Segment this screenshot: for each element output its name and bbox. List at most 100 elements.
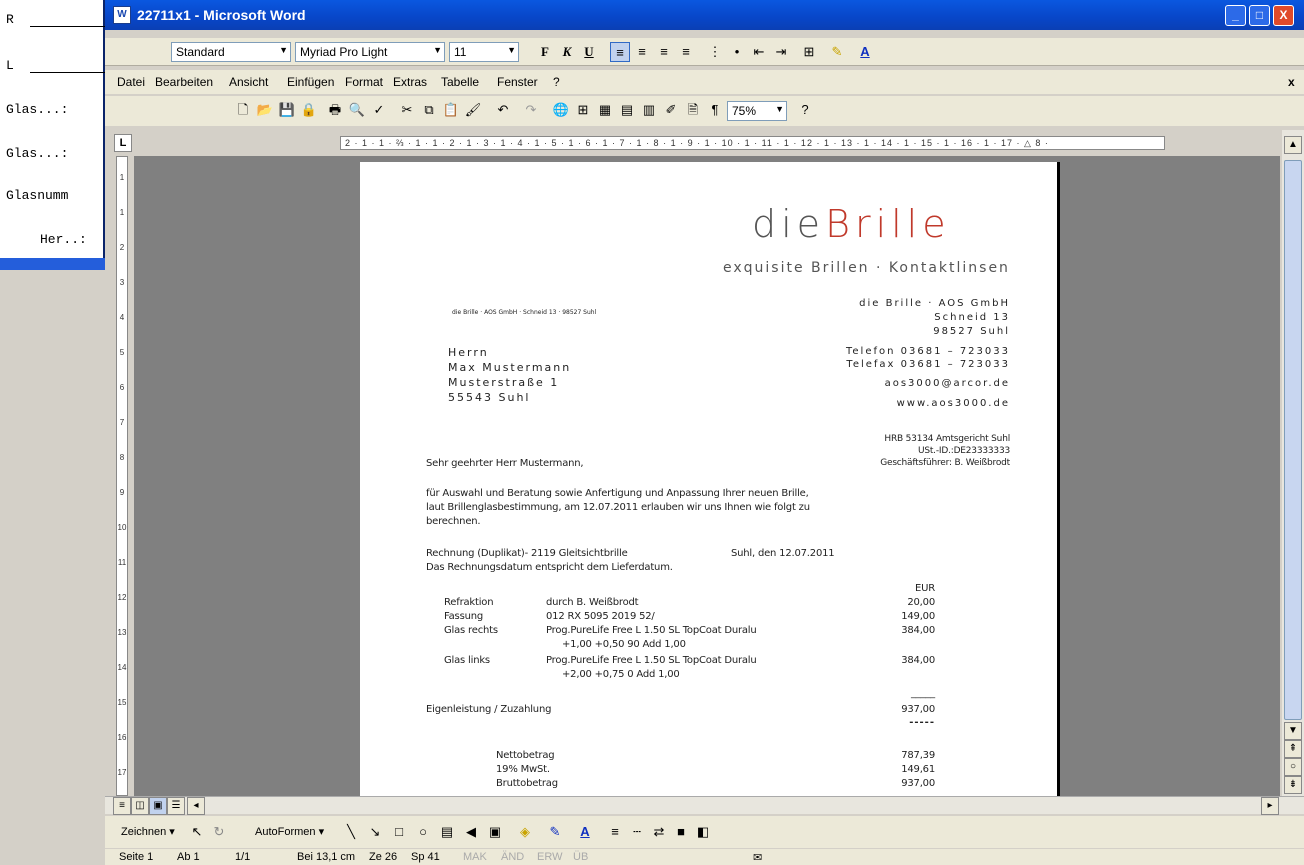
cut-icon[interactable]: ✂ bbox=[397, 100, 417, 120]
scroll-down-icon[interactable]: ▼ bbox=[1284, 722, 1302, 740]
size-select[interactable]: 11 ▼ bbox=[449, 42, 519, 62]
fill-color-icon[interactable]: ◈ bbox=[515, 822, 535, 842]
menu-ansicht[interactable]: Ansicht bbox=[229, 75, 268, 89]
outline-view-icon[interactable]: ☰ bbox=[167, 797, 185, 815]
copy-icon[interactable]: ⧉ bbox=[419, 100, 439, 120]
columns-icon[interactable]: ▥ bbox=[639, 100, 659, 120]
scroll-thumb[interactable] bbox=[1284, 160, 1302, 720]
align-center-icon[interactable]: ≡ bbox=[632, 42, 652, 62]
close-button[interactable]: X bbox=[1273, 5, 1294, 26]
font-color-icon[interactable]: A bbox=[575, 822, 595, 842]
border-icon[interactable]: ⊞ bbox=[799, 42, 819, 62]
italic-button[interactable]: K bbox=[557, 42, 577, 62]
status-mak[interactable]: MAK bbox=[463, 851, 487, 863]
document-page[interactable]: dieBrille exquisite Brillen · Kontaktlin… bbox=[360, 162, 1060, 796]
autoshapes-menu[interactable]: AutoFormen ▾ bbox=[255, 825, 324, 838]
permission-icon[interactable]: 🔒 bbox=[299, 100, 319, 120]
draw-menu[interactable]: Zeichnen ▾ bbox=[121, 825, 175, 838]
line-style-icon[interactable]: ≡ bbox=[605, 822, 625, 842]
scroll-up-icon[interactable]: ▲ bbox=[1284, 136, 1302, 154]
scroll-left-icon[interactable]: ◂ bbox=[187, 797, 205, 815]
horizontal-ruler[interactable]: 2 · 1 · 1 · ⅔ · 1 · 1 · 2 · 1 · 3 · 1 · … bbox=[105, 130, 1304, 156]
prev-page-icon[interactable]: ⇞ bbox=[1284, 740, 1302, 758]
menu-tabelle[interactable]: Tabelle bbox=[441, 75, 479, 89]
paste-icon[interactable]: 📋 bbox=[441, 100, 461, 120]
save-icon[interactable]: 💾 bbox=[277, 100, 297, 120]
word-app-icon[interactable]: W bbox=[113, 6, 131, 24]
zoom-select[interactable]: 75% ▼ bbox=[727, 101, 787, 121]
spelling-status-icon[interactable]: ✉ bbox=[753, 851, 762, 864]
item-label: Refraktion bbox=[444, 597, 494, 608]
minimize-button[interactable]: _ bbox=[1225, 5, 1246, 26]
rectangle-icon[interactable]: □ bbox=[389, 822, 409, 842]
status-ub[interactable]: ÜB bbox=[573, 851, 588, 863]
redo-icon[interactable]: ↷ bbox=[521, 100, 541, 120]
print-icon[interactable]: 🖶 bbox=[325, 100, 345, 120]
maximize-button[interactable]: □ bbox=[1249, 5, 1270, 26]
increase-indent-icon[interactable]: ⇥ bbox=[771, 42, 791, 62]
vertical-scrollbar[interactable]: ▲ ▼ ⇞ ○ ⇟ bbox=[1282, 130, 1304, 796]
rotate-icon[interactable]: ↻ bbox=[209, 822, 229, 842]
scroll-right-icon[interactable]: ▸ bbox=[1261, 797, 1279, 815]
line-color-icon[interactable]: ✎ bbox=[545, 822, 565, 842]
bg-taskbar bbox=[0, 258, 105, 270]
hyperlink-icon[interactable]: 🌐 bbox=[551, 100, 571, 120]
bold-button[interactable]: F bbox=[535, 42, 555, 62]
menu-datei[interactable]: Datei bbox=[117, 75, 145, 89]
tab-selector-button[interactable]: L bbox=[114, 134, 132, 152]
dash-style-icon[interactable]: ┄ bbox=[627, 822, 647, 842]
clipart-icon[interactable]: ▣ bbox=[485, 822, 505, 842]
print-preview-icon[interactable]: 🔍 bbox=[347, 100, 367, 120]
decrease-indent-icon[interactable]: ⇤ bbox=[749, 42, 769, 62]
show-formatting-icon[interactable]: ¶ bbox=[705, 100, 725, 120]
bullet-list-icon[interactable]: • bbox=[727, 42, 747, 62]
menu-format[interactable]: Format bbox=[345, 75, 383, 89]
print-layout-icon[interactable]: ▣ bbox=[149, 797, 167, 815]
drawing-icon[interactable]: ✐ bbox=[661, 100, 681, 120]
3d-icon[interactable]: ◧ bbox=[693, 822, 713, 842]
menu-extras[interactable]: Extras bbox=[393, 75, 427, 89]
highlight-icon[interactable]: ✎ bbox=[827, 42, 847, 62]
title-bar[interactable]: W 22711x1 - Microsoft Word _ □ X bbox=[105, 0, 1304, 30]
vertical-ruler[interactable]: 112345678910111213141516178 bbox=[112, 156, 134, 812]
status-and[interactable]: ÄND bbox=[501, 851, 524, 863]
next-page-icon[interactable]: ⇟ bbox=[1284, 776, 1302, 794]
shadow-icon[interactable]: ■ bbox=[671, 822, 691, 842]
menu-einfuegen[interactable]: Einfügen bbox=[287, 75, 334, 89]
arrow-icon[interactable]: ↘ bbox=[365, 822, 385, 842]
justify-icon[interactable]: ≡ bbox=[676, 42, 696, 62]
web-layout-icon[interactable]: ◫ bbox=[131, 797, 149, 815]
format-painter-icon[interactable]: 🖌 bbox=[463, 100, 483, 120]
open-icon[interactable]: 📂 bbox=[255, 100, 275, 120]
select-objects-icon[interactable]: ↖ bbox=[187, 822, 207, 842]
align-right-icon[interactable]: ≡ bbox=[654, 42, 674, 62]
tables-borders-icon[interactable]: ⊞ bbox=[573, 100, 593, 120]
browse-object-icon[interactable]: ○ bbox=[1284, 758, 1302, 776]
font-select[interactable]: Myriad Pro Light ▼ bbox=[295, 42, 445, 62]
normal-view-icon[interactable]: ≡ bbox=[113, 797, 131, 815]
font-color-icon[interactable]: A bbox=[855, 42, 875, 62]
insert-table-icon[interactable]: ▦ bbox=[595, 100, 615, 120]
line-icon[interactable]: ╲ bbox=[341, 822, 361, 842]
undo-icon[interactable]: ↶ bbox=[493, 100, 513, 120]
menu-help[interactable]: ? bbox=[553, 75, 560, 89]
new-document-icon[interactable]: 🗋 bbox=[233, 100, 253, 120]
menu-bearbeiten[interactable]: Bearbeiten bbox=[155, 75, 213, 89]
menu-fenster[interactable]: Fenster bbox=[497, 75, 538, 89]
spelling-icon[interactable]: ✓ bbox=[369, 100, 389, 120]
numbered-list-icon[interactable]: ⋮ bbox=[705, 42, 725, 62]
doc-close-button[interactable]: x bbox=[1288, 75, 1295, 89]
oval-icon[interactable]: ○ bbox=[413, 822, 433, 842]
wordart-icon[interactable]: ◀ bbox=[461, 822, 481, 842]
underline-button[interactable]: U bbox=[579, 42, 599, 62]
document-area[interactable]: dieBrille exquisite Brillen · Kontaktlin… bbox=[134, 156, 1280, 796]
align-left-icon[interactable]: ≡ bbox=[610, 42, 630, 62]
help-icon[interactable]: ? bbox=[795, 100, 815, 120]
document-map-icon[interactable]: 🗎 bbox=[683, 100, 703, 120]
horizontal-scrollbar[interactable]: ≡ ◫ ▣ ☰ ◂ ▸ bbox=[105, 796, 1304, 815]
textbox-icon[interactable]: ▤ bbox=[437, 822, 457, 842]
status-erw[interactable]: ERW bbox=[537, 851, 562, 863]
insert-excel-icon[interactable]: ▤ bbox=[617, 100, 637, 120]
arrow-style-icon[interactable]: ⇄ bbox=[649, 822, 669, 842]
style-select[interactable]: Standard ▼ bbox=[171, 42, 291, 62]
